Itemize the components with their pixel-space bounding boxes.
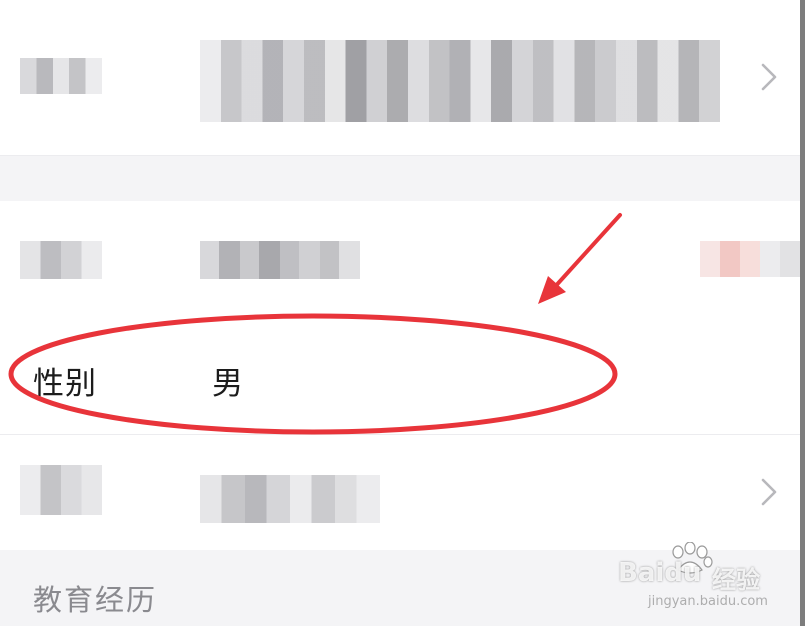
chevron-right-icon[interactable] <box>756 62 782 92</box>
watermark-brand: Baidu <box>618 558 702 588</box>
scroll-edge <box>800 0 805 626</box>
baidu-watermark: Baidu 经验 jingyan.baidu.com <box>612 536 802 626</box>
redacted-label <box>20 465 102 515</box>
redacted-label <box>20 241 102 279</box>
redacted-badge <box>700 241 800 277</box>
gender-label: 性别 <box>33 366 97 402</box>
section-title-education: 教育经历 <box>33 583 158 617</box>
redacted-value <box>200 40 720 122</box>
watermark-url: jingyan.baidu.com <box>648 594 768 609</box>
chevron-right-icon[interactable] <box>756 477 782 507</box>
gender-value: 男 <box>212 366 243 402</box>
profile-row-occupation[interactable] <box>0 435 800 550</box>
profile-row-name[interactable] <box>0 201 800 318</box>
profile-row-bio[interactable] <box>0 0 800 155</box>
profile-row-gender[interactable]: 性别 男 <box>0 318 800 434</box>
divider <box>0 155 800 156</box>
redacted-label <box>20 58 102 94</box>
watermark-brand-cn: 经验 <box>712 566 760 594</box>
redacted-value <box>200 475 380 523</box>
redacted-value <box>200 241 360 279</box>
